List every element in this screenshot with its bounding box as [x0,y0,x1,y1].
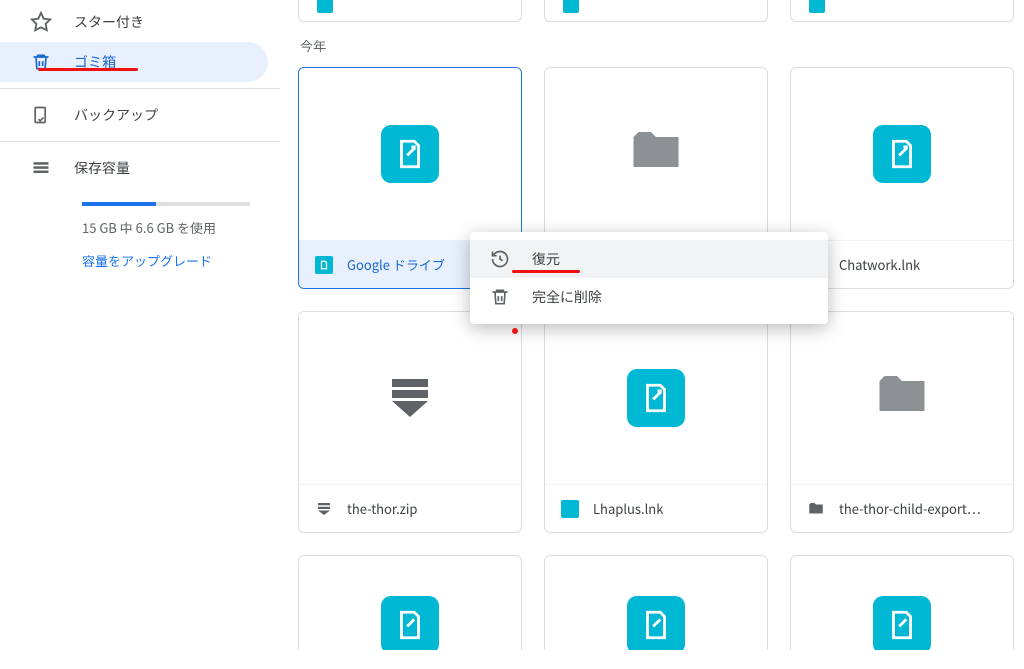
trash-icon [30,51,52,73]
file-name: Google ドライブ [347,255,445,274]
file-preview [545,556,767,650]
lnk-icon [873,596,931,650]
lnk-icon [317,0,333,13]
sidebar-item-backups[interactable]: バックアップ [0,95,268,135]
file-preview [791,556,1013,650]
lnk-icon [563,0,579,13]
folder-icon [807,500,825,518]
sidebar: スター付き ゴミ箱 バックアップ 保存容量 [0,0,280,669]
folder-icon [626,122,686,187]
file-card-partial[interactable] [298,555,522,650]
file-preview [299,312,521,484]
sidebar-item-starred[interactable]: スター付き [0,2,268,42]
lnk-icon [627,596,685,650]
lnk-icon [561,500,579,518]
context-menu: 復元 完全に削除 [470,232,828,324]
file-card-partial[interactable] [790,555,1014,650]
file-preview [299,68,521,240]
lnk-icon [381,125,439,183]
zip-icon [315,500,333,518]
file-preview [791,312,1013,484]
storage-info: 15 GB 中 6.6 GB を使用 容量をアップグレード [0,202,280,271]
storage-icon [30,157,52,179]
file-name: Lhaplus.lnk [593,499,663,518]
divider [0,88,280,89]
ctx-delete-forever[interactable]: 完全に削除 [470,278,828,316]
star-icon [30,11,52,33]
file-card-partial[interactable] [544,0,768,22]
file-preview [545,312,767,484]
lnk-icon [627,369,685,427]
previous-row-partial [298,0,1024,22]
sidebar-item-label: 保存容量 [74,158,130,178]
lnk-icon [809,0,825,13]
file-name: the-thor.zip [347,499,418,518]
file-preview [299,556,521,650]
file-preview [791,68,1013,240]
lnk-icon [315,256,333,274]
section-label: 今年 [300,36,1024,55]
ctx-label: 完全に削除 [532,287,602,307]
backup-icon [30,104,52,126]
folder-icon [872,366,932,431]
ctx-label: 復元 [532,249,560,269]
main-content: 今年 Google ドライブ [280,0,1024,669]
download-zip-icon [390,379,430,417]
sidebar-item-label: バックアップ [74,105,158,125]
storage-usage-text: 15 GB 中 6.6 GB を使用 [82,218,250,237]
sidebar-item-storage[interactable]: 保存容量 [0,148,268,188]
sidebar-item-label: ゴミ箱 [74,52,116,72]
lnk-icon [873,125,931,183]
file-card-thor-child[interactable]: the-thor-child-export… [790,311,1014,533]
storage-progress-bar [82,202,250,206]
sidebar-item-label: スター付き [74,12,144,32]
ctx-restore[interactable]: 復元 [470,240,828,278]
divider [0,141,280,142]
upgrade-storage-link[interactable]: 容量をアップグレード [82,251,212,270]
trash-icon [490,287,510,307]
file-card-lhaplus[interactable]: Lhaplus.lnk [544,311,768,533]
file-name: Chatwork.lnk [839,255,920,274]
file-preview [545,68,767,240]
restore-icon [490,249,510,269]
file-card-partial[interactable] [544,555,768,650]
file-name: the-thor-child-export… [839,499,981,518]
file-card-partial[interactable] [298,0,522,22]
lnk-icon [381,596,439,650]
file-card-thor-zip[interactable]: the-thor.zip [298,311,522,533]
file-card-partial[interactable] [790,0,1014,22]
sidebar-item-trash[interactable]: ゴミ箱 [0,42,268,82]
